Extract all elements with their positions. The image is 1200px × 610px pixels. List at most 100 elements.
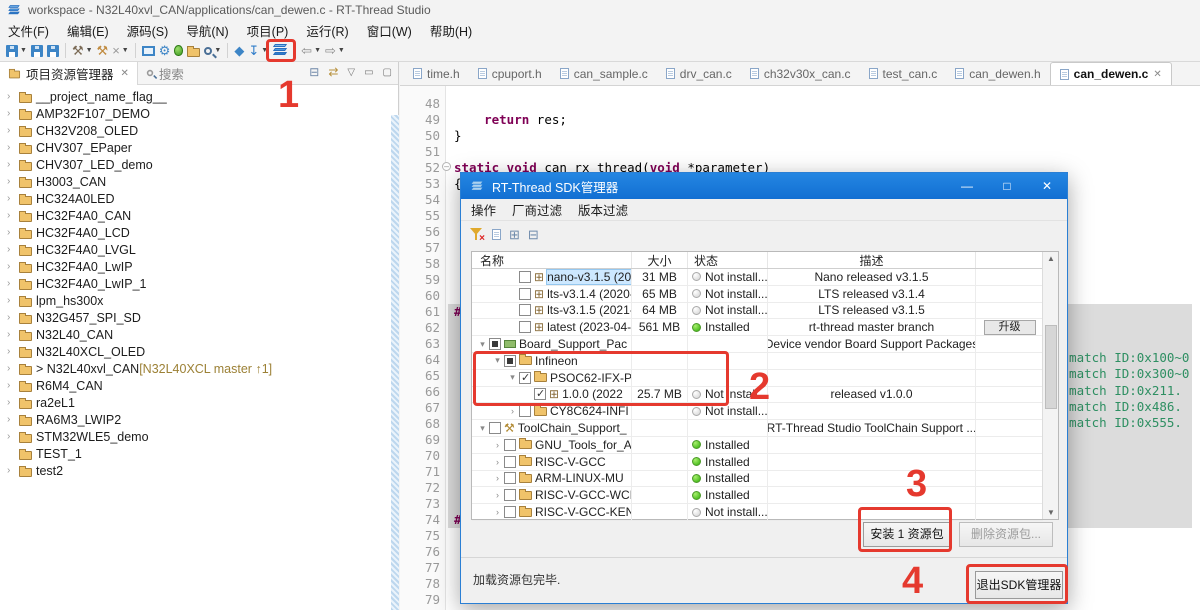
package-checkbox[interactable] [504, 438, 516, 451]
package-name-cell[interactable]: ▾ ⚒ ToolChain_Support_ [472, 420, 632, 436]
project-item[interactable]: › HC32F4A0_LCD [0, 224, 390, 241]
menu-文件F[interactable]: 文件(F) [8, 21, 49, 40]
menu-编辑E[interactable]: 编辑(E) [67, 21, 109, 40]
expand-chevron-icon[interactable]: › [7, 159, 19, 170]
package-name-cell[interactable]: › RISC-V-GCC-WCI [472, 487, 632, 504]
column-header-名称[interactable]: 名称 [472, 252, 632, 268]
forward-button[interactable]: ⇨ ▼ [323, 41, 347, 61]
package-checkbox[interactable] [519, 405, 531, 418]
expand-chevron-icon[interactable]: › [7, 227, 19, 238]
expand-chevron-icon[interactable]: › [7, 210, 19, 221]
package-name-cell[interactable]: › GNU_Tools_for_A [472, 437, 632, 453]
menu-导航N[interactable]: 导航(N) [186, 21, 228, 40]
clean-dropdown-icon[interactable]: ▼ [122, 47, 129, 54]
table-row[interactable]: ⊞ latest (2023-04-0 561 MB Installed rt-thre… [472, 319, 1043, 337]
upgrade-button[interactable]: 升级 [983, 319, 1036, 335]
package-checkbox[interactable] [519, 287, 531, 300]
column-header-描述[interactable]: 描述 [768, 252, 976, 268]
scrollbar-thumb[interactable] [1045, 325, 1057, 409]
scroll-up-icon[interactable]: ▲ [1043, 254, 1059, 263]
terminal-button[interactable] [140, 41, 157, 61]
search-button[interactable]: ▼ [202, 41, 223, 61]
expand-chevron-icon[interactable]: › [7, 278, 19, 289]
package-name-cell[interactable]: › ARM-LINUX-MU [472, 470, 632, 487]
project-item[interactable]: › STM32WLE5_demo [0, 428, 390, 445]
project-item[interactable]: › > N32L40xvl_CAN [N32L40XCL master ↑1] [0, 360, 390, 377]
tree-arrow-icon[interactable]: ▾ [476, 423, 489, 434]
project-item[interactable]: › RA6M3_LWIP2 [0, 411, 390, 428]
project-item[interactable]: › lpm_hs300x [0, 292, 390, 309]
project-item[interactable]: › HC32F4A0_LwIP_1 [0, 275, 390, 292]
back-button[interactable]: ⇦ ▼ [299, 41, 323, 61]
board-support-button[interactable]: ◆ [232, 41, 246, 61]
build-button[interactable]: ⚒ ▼ [70, 41, 95, 61]
dialog-maximize-icon[interactable]: □ [987, 173, 1027, 199]
project-item[interactable]: TEST_1 [0, 445, 390, 462]
column-header-状态[interactable]: 状态 [688, 252, 768, 268]
package-checkbox[interactable] [489, 338, 501, 351]
debug-bug-button[interactable] [172, 41, 185, 61]
package-name-cell[interactable]: ▾ Board_Support_Pac [472, 336, 632, 352]
package-checkbox[interactable] [504, 489, 516, 502]
expand-chevron-icon[interactable]: › [7, 261, 19, 272]
table-row[interactable]: ⊞lts-v3.1.4 (2020-065 MB Not install...LT… [472, 285, 1043, 303]
menu-帮助H[interactable]: 帮助(H) [430, 21, 472, 40]
expand-chevron-icon[interactable]: › [7, 244, 19, 255]
dialog-close-icon[interactable]: ✕ [1027, 173, 1067, 199]
tree-arrow-icon[interactable]: › [491, 507, 504, 517]
dialog-minimize-icon[interactable]: — [947, 173, 987, 199]
dialog-menu-厂商过滤[interactable]: 厂商过滤 [512, 200, 562, 219]
editor-tab-ch32v30x_can.c[interactable]: ch32v30x_can.c [741, 62, 860, 85]
search-dropdown-icon[interactable]: ▼ [214, 47, 221, 54]
editor-tab-can_sample.c[interactable]: can_sample.c [551, 62, 657, 85]
project-item[interactable]: › HC32F4A0_LwIP [0, 258, 390, 275]
project-item[interactable]: › CHV307_LED_demo [0, 156, 390, 173]
project-item[interactable]: › R6M4_CAN [0, 377, 390, 394]
scroll-down-icon[interactable]: ▼ [1043, 508, 1059, 517]
expand-chevron-icon[interactable]: › [7, 91, 19, 102]
back-dropdown-icon[interactable]: ▼ [314, 47, 321, 54]
open-project-button[interactable] [185, 41, 202, 61]
project-item[interactable]: › N32G457_SPI_SD [0, 309, 390, 326]
dialog-menu-操作[interactable]: 操作 [471, 200, 496, 219]
expand-chevron-icon[interactable]: › [7, 125, 19, 136]
package-checkbox[interactable] [519, 270, 531, 283]
debug-config-button[interactable]: ⚙ [157, 41, 173, 61]
tree-arrow-icon[interactable]: › [491, 490, 504, 500]
report-icon[interactable] [492, 228, 501, 240]
table-row[interactable]: › GNU_Tools_for_A Installed [472, 437, 1043, 454]
project-item[interactable]: › test2 [0, 462, 390, 479]
project-item[interactable]: › CH32V208_OLED [0, 122, 390, 139]
save-button[interactable] [29, 41, 45, 61]
tab-project-explorer[interactable]: 项目资源管理器 ✕ [0, 61, 138, 85]
project-item[interactable]: › AMP32F107_DEMO [0, 105, 390, 122]
tree-arrow-icon[interactable]: ▾ [476, 339, 489, 350]
package-checkbox[interactable] [504, 472, 516, 485]
build-project-button[interactable]: ⚒ [95, 41, 111, 61]
forward-dropdown-icon[interactable]: ▼ [338, 47, 345, 54]
expand-chevron-icon[interactable]: › [7, 295, 19, 306]
tree-arrow-icon[interactable]: › [491, 473, 504, 483]
project-item[interactable]: › __project_name_flag__ [0, 88, 390, 105]
package-checkbox[interactable] [489, 422, 501, 435]
collapse-all-icon[interactable]: ⊟ [309, 65, 319, 79]
filter-icon[interactable] [470, 227, 485, 244]
editor-tab-time.h[interactable]: time.h [404, 62, 469, 85]
expand-chevron-icon[interactable]: › [7, 142, 19, 153]
table-row[interactable]: › ARM-LINUX-MU Installed [472, 470, 1043, 488]
clean-button[interactable]: × ▼ [110, 41, 131, 61]
package-name-cell[interactable]: ⊞ nano-v3.1.5 (202 [472, 269, 632, 285]
editor-tab-can_dewen.h[interactable]: can_dewen.h [946, 62, 1049, 85]
link-with-editor-icon[interactable]: ⇄ [328, 65, 338, 79]
minimize-view-icon[interactable]: ▭ [364, 67, 373, 78]
expand-chevron-icon[interactable]: › [7, 108, 19, 119]
expand-chevron-icon[interactable]: › [7, 397, 19, 408]
view-menu-icon[interactable]: ▽ [347, 67, 355, 78]
menu-窗口W[interactable]: 窗口(W) [367, 21, 412, 40]
tree-arrow-icon[interactable]: › [506, 406, 519, 416]
new-wizard-dropdown-icon[interactable]: ▼ [20, 47, 27, 54]
expand-chevron-icon[interactable]: › [7, 363, 19, 374]
project-item[interactable]: › HC32F4A0_LVGL [0, 241, 390, 258]
maximize-view-icon[interactable]: ▢ [383, 67, 392, 78]
collapse-all-icon[interactable]: ⊟ [528, 228, 539, 241]
